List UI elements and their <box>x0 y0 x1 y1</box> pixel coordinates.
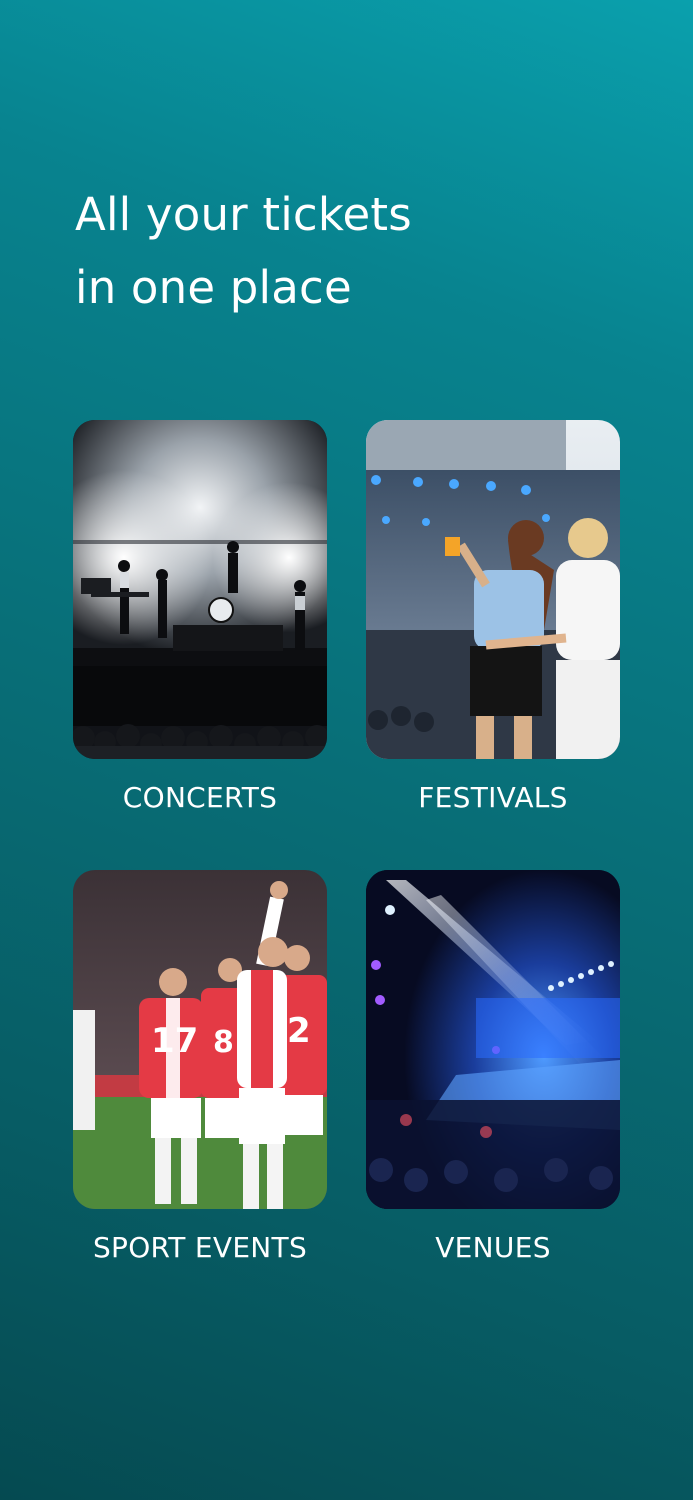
page-headline: All your tickets in one place <box>75 178 635 324</box>
football-players-photo: 17 8 2 <box>73 870 327 1209</box>
headline-line-1: All your tickets <box>75 188 412 241</box>
category-label: FESTIVALS <box>418 781 568 814</box>
category-tile-venues[interactable]: VENUES <box>366 870 620 1266</box>
headline-line-2: in one place <box>75 261 352 314</box>
category-tile-festivals[interactable]: FESTIVALS <box>366 420 620 816</box>
concert-stage-photo <box>73 420 327 759</box>
festival-crowd-photo <box>366 420 620 759</box>
category-label: CONCERTS <box>122 781 278 814</box>
svg-text:8: 8 <box>213 1025 234 1060</box>
svg-text:17: 17 <box>151 1021 198 1061</box>
arena-venue-photo <box>366 870 620 1209</box>
svg-text:2: 2 <box>287 1011 311 1051</box>
category-tile-concerts[interactable]: CONCERTS <box>73 420 327 816</box>
category-label: SPORT EVENTS <box>92 1231 308 1264</box>
category-tile-sport-events[interactable]: 17 8 2 SPORT EVENTS <box>73 870 327 1266</box>
category-label: VENUES <box>435 1231 551 1264</box>
